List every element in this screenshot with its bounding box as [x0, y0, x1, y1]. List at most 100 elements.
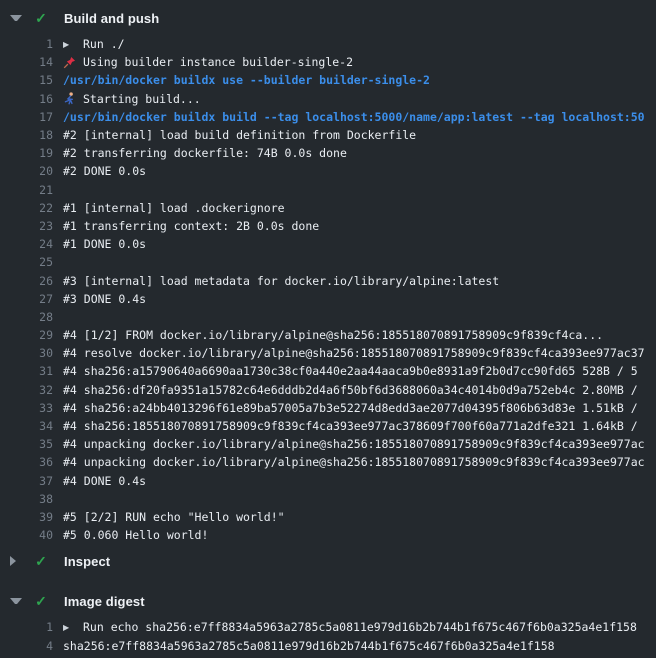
section-header-inspect[interactable]: ✓ Inspect — [0, 551, 656, 571]
log-text: #5 0.060 Hello world! — [63, 528, 208, 542]
run-expander-icon[interactable]: ▶ — [63, 621, 76, 634]
log-text: /usr/bin/docker buildx use --builder bui… — [63, 73, 430, 87]
log-text: Starting build... — [63, 92, 201, 106]
section-title: Image digest — [64, 594, 145, 609]
run-expander-icon[interactable]: ▶ — [63, 38, 76, 51]
line-number[interactable]: 33 — [0, 401, 53, 415]
log-lines-image-digest: 1 ▶Run echo sha256:e7ff8834a5963a2785c5a0… — [0, 618, 656, 654]
log-line: 1 ▶Run echo sha256:e7ff8834a5963a2785c5a0… — [0, 618, 656, 636]
log-line: 17/usr/bin/docker buildx build --tag loc… — [0, 108, 656, 126]
log-line: 35 #4 unpacking docker.io/library/alpine@… — [0, 435, 656, 453]
log-line: 25 — [0, 253, 656, 271]
log-line: 27 #3 DONE 0.4s — [0, 290, 656, 308]
log-line: 36 #4 unpacking docker.io/library/alpine@… — [0, 453, 656, 471]
log-line: 22 #1 [internal] load .dockerignore — [0, 199, 656, 217]
check-icon: ✓ — [33, 594, 49, 608]
line-number[interactable]: 1 — [0, 620, 53, 634]
line-number[interactable]: 17 — [0, 110, 53, 124]
line-number[interactable]: 39 — [0, 510, 53, 524]
log-text: #1 transferring context: 2B 0.0s done — [63, 219, 319, 233]
chevron-right-icon[interactable] — [10, 556, 22, 566]
log-line: 14 Using builder instance builder-single-… — [0, 53, 656, 71]
log-line: 24 #1 DONE 0.0s — [0, 235, 656, 253]
log-line: 37 #4 DONE 0.4s — [0, 472, 656, 490]
line-number[interactable]: 28 — [0, 310, 53, 324]
log-line: 29 #4 [1/2] FROM docker.io/library/alpine… — [0, 326, 656, 344]
log-text: #4 unpacking docker.io/library/alpine@sh… — [63, 437, 645, 451]
log-line: 28 — [0, 308, 656, 326]
log-line: 40 #5 0.060 Hello world! — [0, 526, 656, 544]
log-line: 19 #2 transferring dockerfile: 74B 0.0s d… — [0, 144, 656, 162]
log-text: #4 sha256:a24bb4013296f61e89ba57005a7b3e… — [63, 401, 638, 415]
log-line: 33 #4 sha256:a24bb4013296f61e89ba57005a7b… — [0, 399, 656, 417]
line-number[interactable]: 20 — [0, 164, 53, 178]
section-title: Build and push — [64, 11, 159, 26]
line-number[interactable]: 35 — [0, 437, 53, 451]
log-text: #4 unpacking docker.io/library/alpine@sh… — [63, 455, 645, 469]
log-lines-build-and-push: 1 ▶Run ./ 14 Using builder instance builder… — [0, 35, 656, 544]
log-text: #3 DONE 0.4s — [63, 292, 146, 306]
log-line: 1 ▶Run ./ — [0, 35, 656, 53]
line-number[interactable]: 15 — [0, 73, 53, 87]
log-text: #2 DONE 0.0s — [63, 164, 146, 178]
log-text: ▶Run ./ — [63, 37, 125, 51]
line-number[interactable]: 16 — [0, 92, 53, 106]
line-number[interactable]: 37 — [0, 474, 53, 488]
check-icon: ✓ — [33, 11, 49, 25]
line-number[interactable]: 21 — [0, 183, 53, 197]
log-line: 34 #4 sha256:185518070891758909c9f839cf4c… — [0, 417, 656, 435]
log-text: #4 sha256:185518070891758909c9f839cf4ca3… — [63, 419, 638, 433]
log-text: Using builder instance builder-single-2 — [63, 55, 353, 69]
log-line: 38 — [0, 490, 656, 508]
line-number[interactable]: 25 — [0, 255, 53, 269]
section-header-image-digest[interactable]: ✓ Image digest — [0, 591, 656, 611]
log-line: 32 #4 sha256:df20fa9351a15782c64e6dddb2d4… — [0, 381, 656, 399]
log-text: #1 [internal] load .dockerignore — [63, 201, 285, 215]
log-line: 18 #2 [internal] load build definition fr… — [0, 126, 656, 144]
runner-icon — [63, 92, 76, 105]
line-number[interactable]: 19 — [0, 146, 53, 160]
log-line: 4sha256:e7ff8834a5963a2785c5a0811e979d16… — [0, 636, 656, 654]
log-line: 31 #4 sha256:a15790640a6690aa1730c38cf0a4… — [0, 362, 656, 380]
line-number[interactable]: 29 — [0, 328, 53, 342]
chevron-down-icon[interactable] — [10, 15, 22, 21]
pushpin-icon — [63, 56, 76, 69]
log-text: #2 transferring dockerfile: 74B 0.0s don… — [63, 146, 347, 160]
workflow-log-viewer: ✓Build and push1▶Run ./14Using builder i… — [0, 0, 656, 655]
line-number[interactable]: 31 — [0, 364, 53, 378]
line-number[interactable]: 22 — [0, 201, 53, 215]
log-line: 39#5 [2/2] RUN echo "Hello world!" — [0, 508, 656, 526]
log-line: 16 Starting build... — [0, 90, 656, 108]
line-number[interactable]: 38 — [0, 492, 53, 506]
section-title: Inspect — [64, 554, 110, 569]
log-line: 26 #3 [internal] load metadata for docker… — [0, 271, 656, 289]
line-number[interactable]: 32 — [0, 383, 53, 397]
log-line: 30#4 resolve docker.io/library/alpine@sh… — [0, 344, 656, 362]
log-text: #4 DONE 0.4s — [63, 474, 146, 488]
log-line: 21 — [0, 181, 656, 199]
log-line: 23 #1 transferring context: 2B 0.0s done — [0, 217, 656, 235]
log-text: #2 [internal] load build definition from… — [63, 128, 416, 142]
log-text: #3 [internal] load metadata for docker.i… — [63, 274, 499, 288]
line-number[interactable]: 40 — [0, 528, 53, 542]
check-icon: ✓ — [33, 554, 49, 568]
line-number[interactable]: 23 — [0, 219, 53, 233]
line-number[interactable]: 14 — [0, 55, 53, 69]
chevron-down-icon[interactable] — [10, 598, 22, 604]
log-text: #1 DONE 0.0s — [63, 237, 146, 251]
log-text: ▶Run echo sha256:e7ff8834a5963a2785c5a08… — [63, 620, 637, 634]
line-number[interactable]: 18 — [0, 128, 53, 142]
line-number[interactable]: 30 — [0, 346, 53, 360]
line-number[interactable]: 24 — [0, 237, 53, 251]
log-text: #4 sha256:a15790640a6690aa1730c38cf0a440… — [63, 364, 638, 378]
line-number[interactable]: 1 — [0, 37, 53, 51]
log-text: /usr/bin/docker buildx build --tag local… — [63, 110, 645, 124]
line-number[interactable]: 34 — [0, 419, 53, 433]
log-text: #4 sha256:df20fa9351a15782c64e6dddb2d4a6… — [63, 383, 638, 397]
line-number[interactable]: 4 — [0, 639, 53, 653]
line-number[interactable]: 26 — [0, 274, 53, 288]
line-number[interactable]: 27 — [0, 292, 53, 306]
log-text: #4 [1/2] FROM docker.io/library/alpine@s… — [63, 328, 603, 342]
section-header-build-and-push[interactable]: ✓ Build and push — [0, 8, 656, 28]
line-number[interactable]: 36 — [0, 455, 53, 469]
